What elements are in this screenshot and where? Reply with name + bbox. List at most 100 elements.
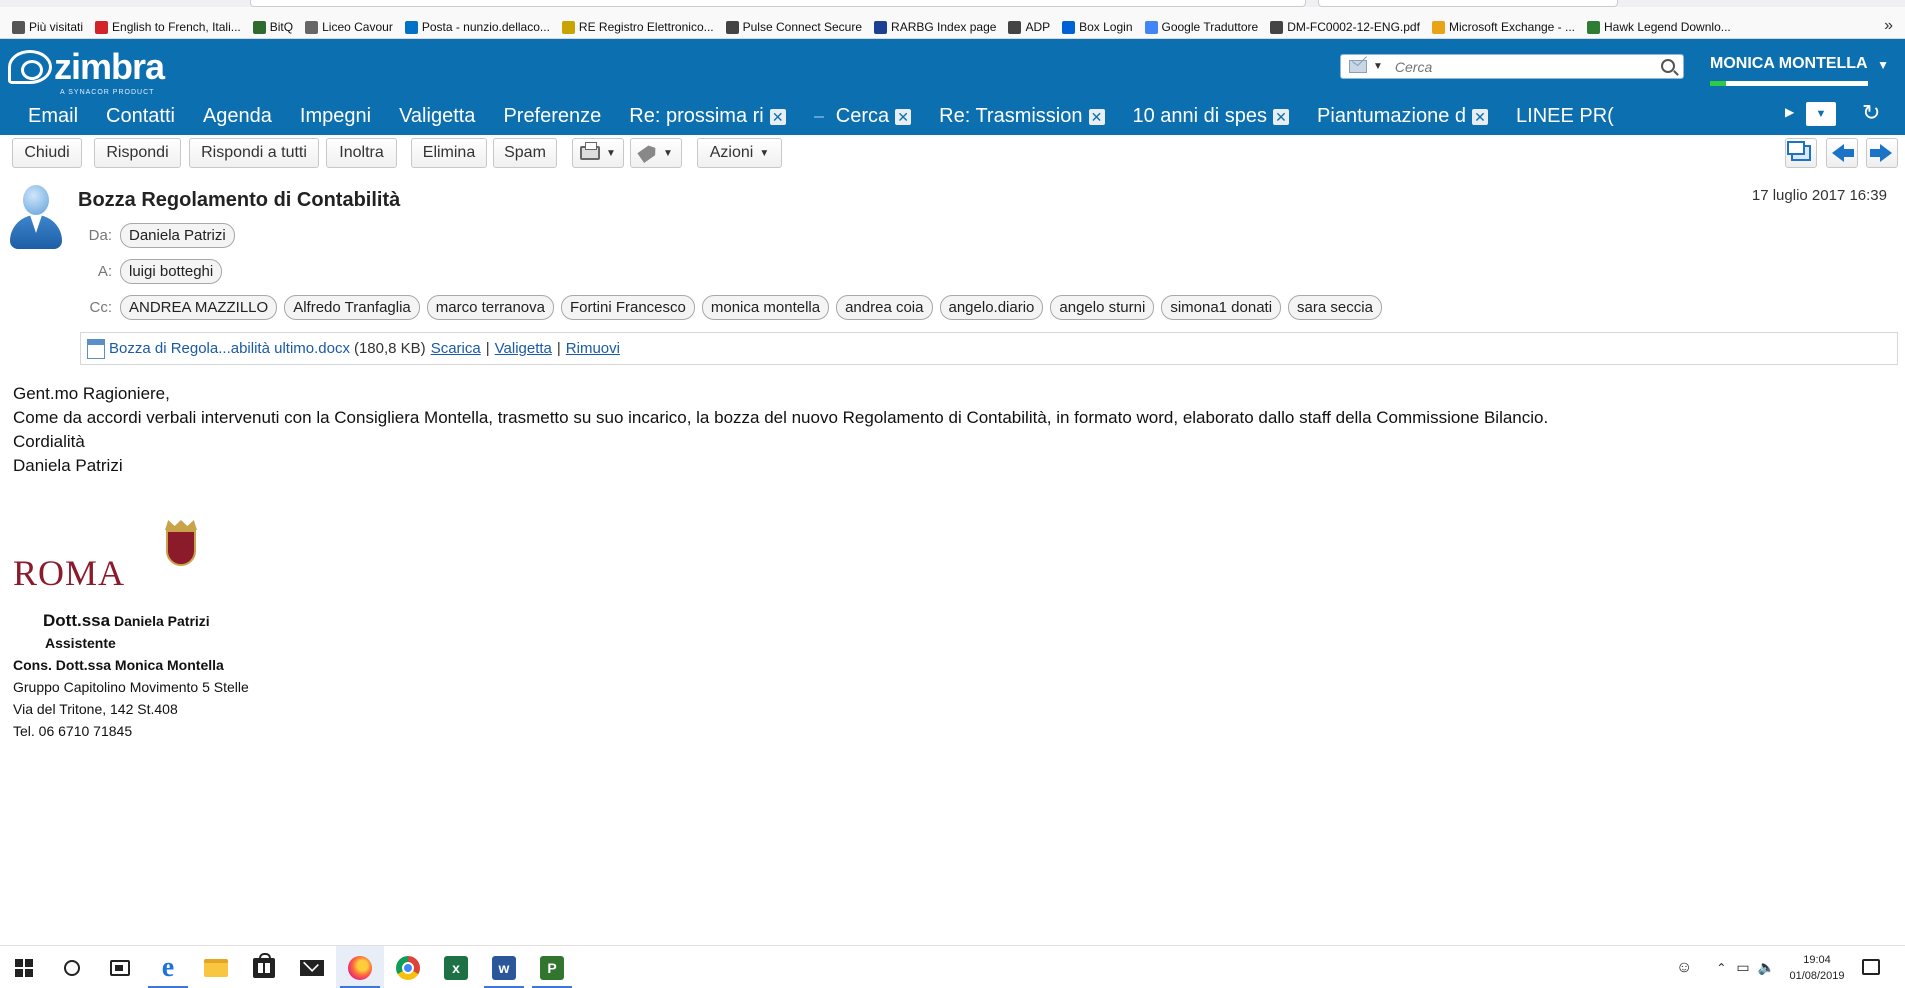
bookmark-label: Liceo Cavour [322,20,393,34]
bookmark-item[interactable]: RARBG Index page [874,20,996,34]
taskbar-word[interactable]: w [480,946,528,988]
reply-all-button[interactable]: Rispondi a tutti [189,138,319,168]
tab-scroll-icon[interactable]: ▶ [1785,105,1794,119]
bookmark-label: BitQ [269,20,294,34]
tag-button[interactable]: ▼ [630,138,682,168]
mail-type-icon[interactable] [1349,60,1367,73]
taskbar-excel[interactable]: x [432,946,480,988]
spam-button[interactable]: Spam [493,138,557,168]
cc-recipient-chip[interactable]: angelo.diario [939,295,1044,320]
volume-icon[interactable]: 🔈 [1758,959,1775,976]
chevron-down-icon[interactable]: ▼ [1373,61,1383,72]
open-tab[interactable]: Piantumazione d ✕ [1317,105,1489,128]
tray-expand-icon[interactable]: ⌃ [1716,961,1726,975]
open-tab[interactable]: Re: prossima ri ✕ [629,105,786,128]
taskbar-clock[interactable]: 19:04 01/08/2019 [1783,952,1851,984]
close-tab-icon[interactable]: ✕ [1472,108,1489,125]
remove-link[interactable]: Rimuovi [566,340,620,357]
download-link[interactable]: Scarica [431,340,481,357]
cc-recipient-chip[interactable]: sara seccia [1288,295,1382,320]
cc-recipient-chip[interactable]: andrea coia [836,295,933,320]
clock-time: 19:04 [1803,954,1831,966]
app-tab[interactable]: Preferenze [503,105,601,128]
open-tab[interactable]: LINEE PR( [1516,105,1614,128]
forward-button[interactable]: Inoltra [326,138,397,168]
taskbar-firefox[interactable] [336,946,384,988]
cc-recipient-chip[interactable]: Fortini Francesco [561,295,695,320]
close-button[interactable]: Chiudi [12,138,82,168]
actions-button[interactable]: Azioni ▼ [697,138,782,168]
school-icon [305,20,319,34]
cc-recipient-chip[interactable]: simona1 donati [1161,295,1282,320]
cortana-button[interactable] [48,946,96,988]
bookmark-item[interactable]: Liceo Cavour [305,20,393,34]
cc-recipient-chip[interactable]: Alfredo Tranfaglia [284,295,420,320]
attachment-name-link[interactable]: Bozza di Regola...abilità ultimo.docx [109,340,350,357]
reply-button[interactable]: Rispondi [94,138,181,168]
bookmark-item[interactable]: Pulse Connect Secure [725,20,862,34]
bookmark-item[interactable]: Posta - nunzio.dellaco... [404,20,550,34]
taskbar-store[interactable] [240,946,288,988]
taskbar-mail[interactable] [288,946,336,988]
app-tab[interactable]: Valigetta [399,105,475,128]
start-button[interactable] [0,946,48,988]
cc-recipient-chip[interactable]: angelo sturni [1050,295,1155,320]
open-tab[interactable]: 10 anni di spes ✕ [1133,105,1290,128]
open-tab[interactable]: Cerca ✕ [813,105,912,128]
url-bar[interactable] [250,0,1306,7]
close-tab-icon[interactable]: ✕ [895,108,912,125]
taskbar-chrome[interactable] [384,946,432,988]
app-tab[interactable]: Impegni [300,105,371,128]
bookmark-item[interactable]: Più visitati [12,20,83,34]
bookmark-item[interactable]: Microsoft Exchange - ... [1431,20,1575,34]
browser-search-bar[interactable] [1318,0,1618,7]
network-icon[interactable]: ▭ [1736,959,1749,976]
bookmark-item[interactable]: Hawk Legend Downlo... [1587,20,1731,34]
sender-chip[interactable]: Daniela Patrizi [120,223,235,248]
recipient-chip[interactable]: luigi botteghi [120,259,223,284]
taskbar-edge[interactable]: e [144,946,192,988]
taskbar-project[interactable]: P [528,946,576,988]
tab-list-dropdown[interactable]: ▼ [1806,102,1836,126]
close-tab-icon[interactable]: ✕ [1088,108,1105,125]
taskbar-file-explorer[interactable] [192,946,240,988]
globe-icon [1270,20,1284,34]
notification-icon[interactable] [1862,959,1880,975]
bookmark-item[interactable]: Box Login [1062,20,1133,34]
open-new-window-button[interactable] [1785,138,1817,168]
search-bar: ▼ [1340,54,1684,79]
bookmark-item[interactable]: BitQ [252,20,294,34]
bookmarks-overflow-icon[interactable]: » [1884,17,1893,35]
previous-message-button[interactable] [1826,138,1858,168]
bookmark-item[interactable]: RE Registro Elettronico... [561,20,714,34]
cc-recipient-chip[interactable]: ANDREA MAZZILLO [120,295,278,320]
refresh-icon[interactable]: ↻ [1862,100,1880,126]
app-tab[interactable]: Contatti [106,105,175,128]
search-icon[interactable] [1661,59,1675,73]
delete-button[interactable]: Elimina [411,138,487,168]
bookmarks-bar: Più visitati English to French, Itali... B… [0,17,1731,37]
bookmark-item[interactable]: DM-FC0002-12-ENG.pdf [1270,20,1420,34]
bookmark-label: Google Traduttore [1161,20,1259,34]
task-view-button[interactable] [96,946,144,988]
next-message-button[interactable] [1866,138,1898,168]
print-button[interactable]: ▼ [572,138,624,168]
app-tab[interactable]: Email [28,105,78,128]
cc-recipient-chip[interactable]: monica montella [701,295,830,320]
people-icon[interactable]: ☺ [1676,959,1692,977]
search-input[interactable] [1394,58,1640,75]
close-tab-icon[interactable]: ✕ [769,108,786,125]
bookmark-label: Box Login [1079,20,1133,34]
excel-icon: x [444,955,468,980]
bookmark-item[interactable]: English to French, Itali... [95,20,241,34]
crest-crown [165,520,197,530]
app-tab[interactable]: Agenda [203,105,272,128]
user-menu[interactable]: MONICA MONTELLA ▼ [1710,55,1895,73]
open-tab[interactable]: Re: Trasmission ✕ [939,105,1105,128]
briefcase-link[interactable]: Valigetta [495,340,552,357]
cc-recipient-chip[interactable]: marco terranova [426,295,554,320]
zimbra-logo[interactable]: zimbra A SYNACOR PRODUCT [8,49,165,96]
bookmark-item[interactable]: ADP [1008,20,1050,34]
bookmark-item[interactable]: Google Traduttore [1144,20,1259,34]
close-tab-icon[interactable]: ✕ [1273,108,1290,125]
